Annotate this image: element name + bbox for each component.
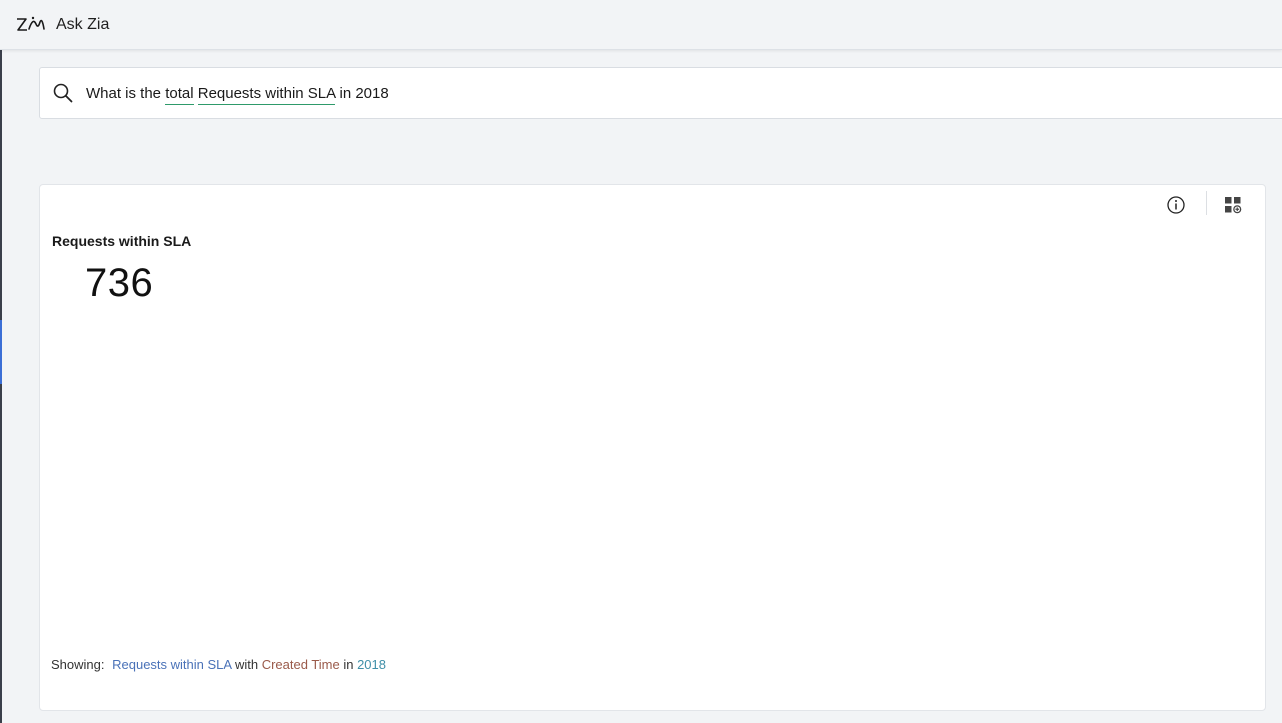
add-to-dashboard-icon[interactable] (1223, 195, 1243, 215)
query-token-aggregation[interactable]: total (165, 85, 194, 105)
app-title: Ask Zia (56, 16, 110, 33)
showing-filter-value: 2018 (357, 657, 386, 672)
query-text: in 2018 (335, 85, 389, 102)
showing-connector: with (231, 657, 262, 672)
metric-label: Requests within SLA (52, 233, 192, 249)
query-text: What is the (86, 85, 166, 102)
left-edge-accent (0, 320, 2, 384)
search-icon[interactable] (53, 83, 73, 103)
metric-value: 736 (85, 261, 154, 305)
showing-dimension: Created Time (261, 657, 340, 672)
toolbar-divider (1206, 191, 1207, 215)
top-bar: Ask Zia (0, 0, 1282, 50)
search-bar[interactable]: What is the total Requests within SLA in… (39, 67, 1282, 119)
showing-measure: Requests within SLA (112, 657, 232, 672)
zia-logo-icon (17, 16, 45, 31)
info-icon[interactable] (1166, 195, 1186, 215)
query-token-measure[interactable]: Requests within SLA (197, 85, 336, 105)
showing-label: Showing: (51, 657, 105, 672)
showing-connector: in (339, 657, 358, 672)
showing-summary: Showing: Requests within SLA with Create… (51, 657, 386, 672)
search-query[interactable]: What is the total Requests within SLA in… (86, 85, 389, 105)
result-card: Requests within SLA 736 Showing: Request… (39, 184, 1266, 711)
